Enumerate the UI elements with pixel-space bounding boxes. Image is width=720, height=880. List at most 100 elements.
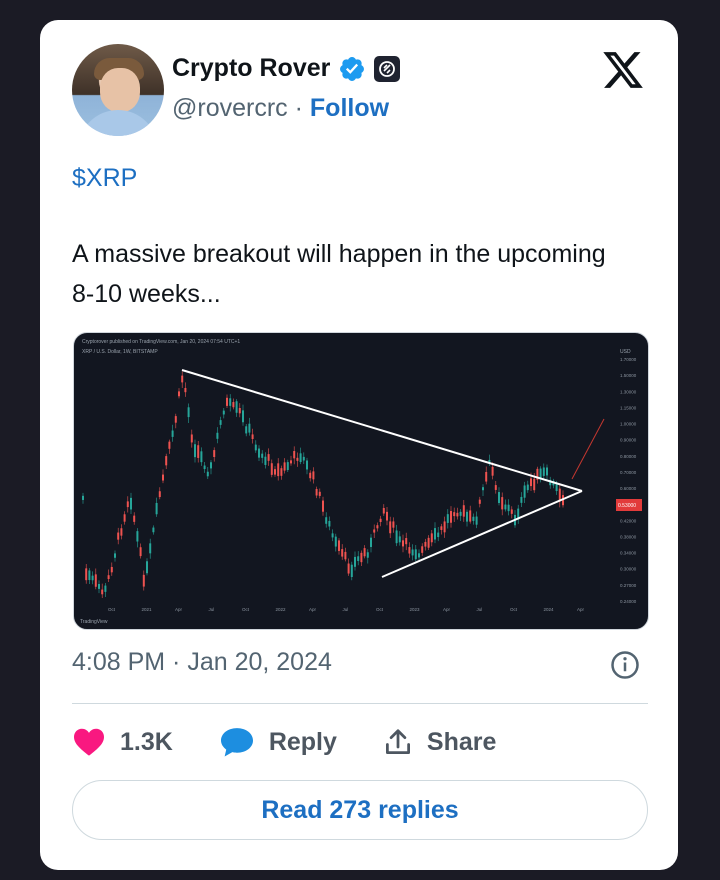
candle-body (466, 511, 468, 522)
upper-trendline (181, 369, 583, 492)
info-icon[interactable] (610, 650, 640, 680)
candle-body (491, 466, 494, 476)
handle-separator: · (294, 94, 303, 122)
candle-body (293, 451, 296, 459)
price-tick-label: 1.50000 (620, 373, 637, 378)
candle-body (302, 456, 305, 461)
candle-body (443, 521, 446, 533)
candle-body (507, 504, 510, 512)
author-avatar[interactable] (72, 44, 164, 136)
candle-body (194, 444, 196, 458)
like-count: 1.3K (120, 727, 173, 756)
candle-body (238, 407, 241, 414)
time-tick-label: 2023 (410, 607, 421, 612)
chart-currency: USD (620, 349, 631, 355)
chart-symbol: XRP / U.S. Dollar, 1W, BITSTAMP (82, 349, 158, 355)
candle-body (546, 467, 548, 476)
candle-body (533, 478, 536, 491)
candle-body (312, 471, 315, 480)
candle-body (187, 407, 190, 418)
candle-body (181, 375, 184, 383)
candle-body (347, 563, 350, 574)
share-button[interactable]: Share (383, 727, 496, 757)
author-name-row: Crypto Rover (172, 54, 401, 83)
candle-body (334, 536, 337, 547)
candle-body (219, 420, 222, 425)
candle-body (229, 398, 232, 406)
tweet-image-chart[interactable]: Cryptorover published on TradingView.com… (73, 332, 649, 630)
candle-body (101, 589, 104, 595)
candle-body (382, 507, 385, 514)
candle-body (290, 460, 292, 464)
candle-body (82, 495, 84, 500)
author-name[interactable]: Crypto Rover (172, 54, 330, 83)
candle-body (485, 471, 488, 482)
candle-body (165, 456, 168, 466)
avatar-shirt (78, 110, 158, 136)
candle-body (402, 540, 404, 547)
candle-body (414, 549, 417, 560)
candle-body (222, 410, 225, 415)
candle-body (306, 460, 308, 470)
candle-body (510, 509, 513, 514)
candle-body (318, 491, 321, 496)
action-bar: 1.3K Reply Share (72, 722, 542, 762)
candle-body (174, 416, 177, 423)
breakout-arrow (571, 418, 605, 480)
candle-body (408, 547, 411, 554)
candle-body (168, 441, 171, 449)
candle-body (494, 485, 497, 490)
candle-body (357, 556, 360, 561)
candle-body (328, 520, 331, 527)
candle-body (299, 453, 302, 463)
candle-body (475, 516, 478, 525)
candle-body (530, 478, 532, 487)
follow-button[interactable]: Follow (310, 94, 389, 122)
reply-button[interactable]: Reply (219, 726, 337, 758)
candle-body (206, 471, 209, 477)
candle-body (354, 556, 356, 567)
affiliate-badge-icon[interactable] (374, 55, 401, 82)
price-tick-label: 0.90000 (620, 438, 637, 443)
author-handle[interactable]: @rovercrc (172, 94, 288, 122)
candle-body (139, 547, 142, 557)
candle-body (459, 511, 462, 516)
price-tick-label: 0.38000 (620, 534, 637, 539)
candle-body (133, 515, 136, 522)
candle-body (555, 483, 558, 492)
time-tick-label: Apr (175, 607, 183, 612)
reply-bubble-icon (220, 728, 253, 757)
candle-body (91, 575, 94, 581)
candle-body (315, 488, 318, 496)
candle-body (338, 540, 340, 551)
time-tick-label: Oct (242, 607, 250, 612)
cashtag-link[interactable]: $XRP (72, 164, 137, 193)
candle-body (251, 434, 254, 440)
price-tick-label: 0.27000 (620, 583, 637, 588)
candle-body (162, 474, 164, 481)
candle-body (331, 533, 334, 538)
candle-body (254, 444, 257, 451)
candle-body (190, 434, 193, 443)
candle-body (126, 501, 129, 508)
candle-body (389, 521, 392, 534)
candle-body (472, 516, 475, 521)
like-button[interactable]: 1.3K (72, 727, 173, 757)
candle-body (274, 469, 276, 475)
time-tick-label: Apr (443, 607, 451, 612)
time-tick-label: Apr (309, 607, 317, 612)
time-tick-label: Apr (577, 607, 585, 612)
verified-badge-icon (340, 56, 365, 81)
read-replies-button[interactable]: Read 273 replies (72, 780, 648, 840)
candle-body (296, 457, 299, 461)
candle-body (424, 541, 427, 547)
tradingview-watermark: TradingView (80, 619, 108, 625)
tweet-timestamp[interactable]: 4:08 PM · Jan 20, 2024 (72, 648, 332, 677)
candles (82, 371, 564, 599)
price-tick-label: 1.15000 (620, 405, 637, 410)
candle-body (398, 536, 401, 543)
x-logo-icon[interactable] (600, 48, 646, 92)
candle-body (258, 448, 260, 458)
candle-body (280, 468, 283, 476)
candle-body (142, 574, 145, 587)
